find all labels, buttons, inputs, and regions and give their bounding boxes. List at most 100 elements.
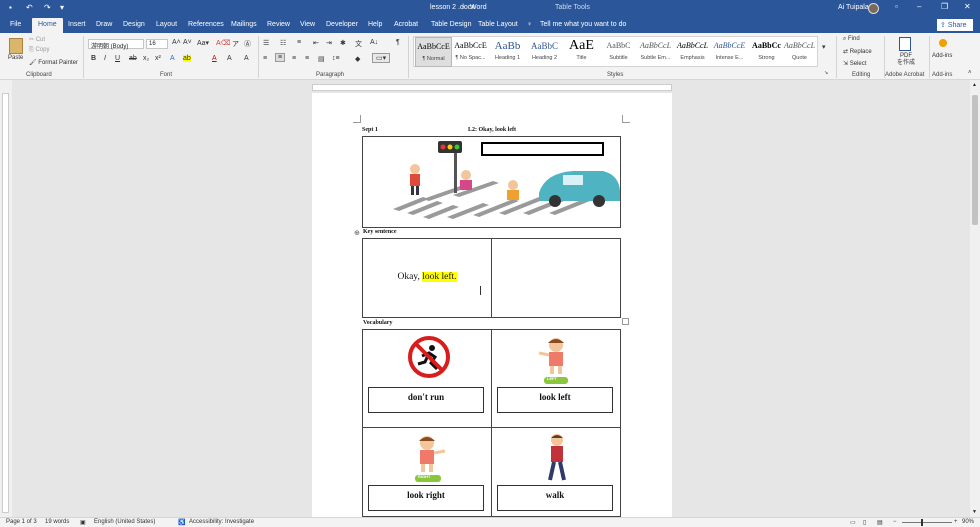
style-title[interactable]: AaE Title [563, 37, 600, 67]
tab-review[interactable]: Review [267, 21, 290, 28]
close-icon[interactable]: ✕ [964, 2, 971, 11]
read-mode-icon[interactable]: ▯ [863, 519, 866, 526]
tab-view[interactable]: View [300, 21, 315, 28]
vocab-card[interactable]: don't run [368, 387, 484, 413]
style-intense-emphasis[interactable]: AaBbCcE Intense E... [711, 37, 748, 67]
sort-icon[interactable]: A↓ [370, 39, 378, 46]
show-marks-icon[interactable]: ¶ [396, 39, 400, 46]
distributed-icon[interactable]: ▤ [318, 55, 325, 63]
shading-icon[interactable]: ◆ [355, 55, 360, 63]
style-subtle-emphasis[interactable]: AaBbCcL Subtle Em... [637, 37, 674, 67]
minimize-icon[interactable]: – [917, 2, 921, 11]
align-left-icon[interactable]: ≡ [263, 55, 267, 62]
borders-icon[interactable]: ▭▾ [372, 53, 391, 63]
select-button[interactable]: ⇲ Select [843, 60, 866, 67]
restore-icon[interactable]: ❐ [941, 2, 948, 11]
bullets-icon[interactable]: ☰ [263, 39, 269, 47]
cut-button[interactable]: ✂ Cut [29, 36, 45, 43]
tab-draw[interactable]: Draw [96, 21, 112, 28]
font-family-select[interactable]: 游明朝 (Body) [88, 39, 144, 50]
justify-icon[interactable]: ≡ [305, 55, 309, 62]
pdf-icon[interactable] [899, 37, 911, 51]
style-strong[interactable]: AaBbCc Strong [748, 37, 785, 67]
key-sentence-cell[interactable]: Okay, look left. [362, 238, 492, 318]
font-size-select[interactable]: 16 [146, 39, 168, 49]
highlight-icon[interactable]: ab [183, 55, 191, 62]
bold-icon[interactable]: B [91, 55, 96, 62]
strikethrough-icon[interactable]: ab [129, 55, 137, 62]
numbering-icon[interactable]: ☷ [280, 39, 286, 47]
line-spacing-icon[interactable]: ↕≡ [332, 55, 340, 62]
font-color-icon[interactable]: A [212, 55, 217, 62]
character-border-icon[interactable]: A [244, 55, 249, 62]
multilevel-list-icon[interactable]: ≡ [297, 39, 301, 46]
table-move-handle-icon[interactable]: ⊕ [354, 229, 360, 237]
paste-button[interactable]: Paste [8, 55, 23, 61]
replace-button[interactable]: ⇄ Replace [843, 48, 872, 55]
zoom-slider-thumb[interactable] [921, 519, 923, 526]
zoom-level[interactable]: 90% [962, 519, 974, 525]
redo-icon[interactable]: ↷ [44, 3, 51, 12]
create-pdf-button[interactable]: PDF を作成 [897, 53, 915, 67]
zoom-in-icon[interactable]: + [954, 519, 958, 525]
zoom-slider[interactable] [902, 522, 952, 523]
tab-insert[interactable]: Insert [68, 21, 86, 28]
format-painter-button[interactable]: 🖌 Format Painter [29, 59, 78, 66]
underline-icon[interactable]: U [115, 55, 120, 62]
decrease-indent-icon[interactable]: ⇤ [313, 39, 319, 47]
shrink-font-icon[interactable]: A˅ [183, 39, 192, 46]
superscript-icon[interactable]: x² [155, 55, 161, 62]
undo-icon[interactable]: ↶ [26, 3, 33, 12]
vocab-card[interactable]: look left [497, 387, 613, 413]
scroll-up-icon[interactable]: ▲ [972, 82, 977, 88]
scrollbar-thumb[interactable] [972, 95, 978, 225]
tab-table-layout[interactable]: Table Layout [478, 21, 518, 28]
tab-help[interactable]: Help [368, 21, 382, 28]
horizontal-ruler[interactable] [312, 84, 672, 91]
ribbon-display-icon[interactable]: ▫ [895, 2, 898, 11]
character-shading-icon[interactable]: A [227, 55, 232, 62]
tab-table-design[interactable]: Table Design [431, 21, 471, 28]
customize-qat-icon[interactable]: ▾ [60, 3, 64, 12]
word-count[interactable]: 19 words [45, 519, 69, 525]
focus-mode-icon[interactable]: ▭ [850, 519, 856, 526]
style-emphasis[interactable]: AaBbCcL Emphasis [674, 37, 711, 67]
collapse-ribbon-icon[interactable]: ˄ [968, 70, 972, 76]
proofing-icon[interactable]: ▣ [80, 519, 86, 526]
share-button[interactable]: ⇪ Share [937, 19, 973, 31]
asian-layout-icon[interactable]: ✱ [340, 39, 346, 47]
vocab-cell-dont-run[interactable] [362, 329, 492, 428]
clipboard-paste-icon[interactable] [9, 38, 23, 54]
italic-icon[interactable]: I [104, 55, 106, 62]
change-case-icon[interactable]: Aa▾ [197, 39, 209, 47]
text-effects-icon[interactable]: A [170, 55, 175, 62]
vocab-card[interactable]: look right [368, 485, 484, 511]
table-resize-handle[interactable] [622, 318, 629, 325]
language[interactable]: English (United States) [94, 519, 155, 525]
vertical-ruler[interactable] [2, 93, 9, 513]
tell-me-search[interactable]: Tell me what you want to do [540, 21, 626, 28]
chinese-layout-icon[interactable]: 文 [355, 39, 362, 49]
style-heading-1[interactable]: AaBb Heading 1 [489, 37, 526, 67]
style-normal[interactable]: AaBbCcE ¶ Normal [415, 37, 452, 67]
increase-indent-icon[interactable]: ⇥ [326, 39, 332, 47]
styles-more-icon[interactable]: ▾ [822, 43, 826, 51]
tab-home[interactable]: Home [32, 18, 63, 33]
print-layout-icon[interactable]: ▤ [877, 519, 883, 526]
vocab-cell-look-left[interactable]: LEFT [491, 329, 621, 428]
document-page[interactable]: Sept 1 L2: Okay, look left ⊕ Key sentenc… [312, 93, 672, 517]
add-ins-icon[interactable] [939, 39, 947, 47]
grow-font-icon[interactable]: A˄ [172, 39, 181, 46]
page-count[interactable]: Page 1 of 3 [6, 519, 37, 525]
subscript-icon[interactable]: x₂ [143, 55, 149, 62]
save-icon[interactable]: ▪ [9, 3, 12, 12]
clear-formatting-icon[interactable]: A⌫ [216, 39, 231, 47]
align-right-icon[interactable]: ≡ [292, 55, 296, 62]
styles-dialog-launcher-icon[interactable]: ↘ [824, 70, 828, 76]
vocab-card[interactable]: walk [497, 485, 613, 511]
avatar[interactable] [868, 3, 879, 14]
align-center-icon[interactable]: ≡ [275, 53, 286, 62]
tab-mailings[interactable]: Mailings [231, 21, 257, 28]
style-no-spacing[interactable]: AaBbCcE ¶ No Spac... [452, 37, 489, 67]
scroll-down-icon[interactable]: ▼ [972, 509, 977, 515]
